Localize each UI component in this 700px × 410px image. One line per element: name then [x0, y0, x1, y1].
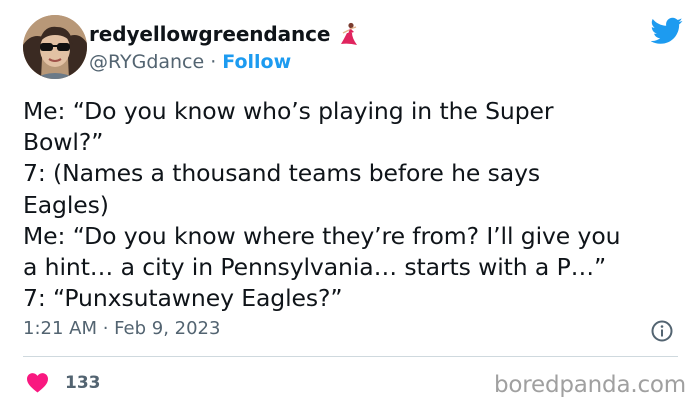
name-row: redyellowgreendance — [89, 22, 360, 46]
separator: · — [210, 51, 217, 73]
follow-button[interactable]: Follow — [222, 51, 291, 73]
like-button[interactable]: 133 — [26, 372, 101, 393]
display-name[interactable]: redyellowgreendance — [89, 22, 331, 46]
handle-row: @RYGdance · Follow — [89, 51, 291, 73]
info-icon[interactable] — [651, 320, 673, 342]
heart-icon[interactable] — [26, 372, 49, 393]
like-count: 133 — [65, 372, 101, 393]
dancer-icon — [338, 22, 360, 46]
divider — [23, 356, 678, 357]
twitter-bird-icon[interactable] — [651, 17, 683, 45]
tweet-timestamp[interactable]: 1:21 AM · Feb 9, 2023 — [23, 318, 220, 339]
watermark: boredpanda.com — [494, 372, 686, 398]
user-handle[interactable]: @RYGdance — [89, 51, 204, 73]
tweet-header: redyellowgreendance @RYGdance · Follow — [23, 15, 683, 81]
tweet-text: Me: “Do you know who’s playing in the Su… — [23, 97, 621, 313]
avatar[interactable] — [23, 15, 87, 79]
